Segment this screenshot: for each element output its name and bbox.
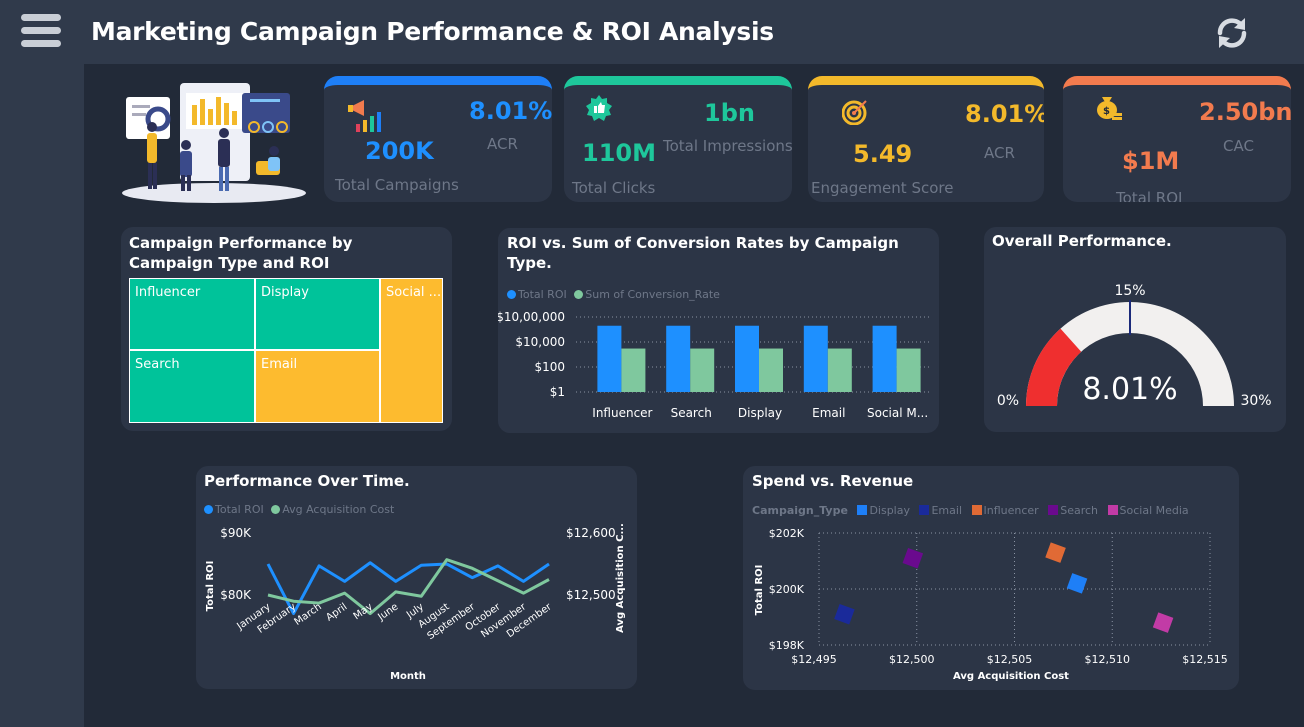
bar-conversion (621, 348, 646, 392)
kpi-side-label: Total Impressions (663, 137, 792, 155)
treemap-cell-display[interactable]: Display (255, 278, 380, 350)
y-tick-label: $10,00,000 (498, 310, 565, 324)
hamburger-icon[interactable] (21, 14, 61, 48)
x-tick-label: Social M... (867, 406, 928, 420)
kpi-main-value: 110M (582, 139, 656, 167)
svg-text:$: $ (1103, 106, 1110, 117)
scatter-point (902, 547, 924, 569)
x-tick-label: May (352, 601, 375, 622)
kpi-card-campaigns: 200K Total Campaigns 8.01% ACR (324, 76, 552, 202)
scatter-point (1066, 573, 1088, 594)
kpi-main-label: Total ROI (1116, 189, 1183, 202)
refresh-icon[interactable] (1212, 14, 1252, 52)
line-chart-svg: $90K $80K $12,600 $12,500 Total ROI Avg Acqui… (205, 523, 626, 682)
bar-roi (872, 325, 897, 392)
kpi-main-label: Engagement Score (811, 179, 954, 197)
kpi-main-label: Total Campaigns (335, 176, 459, 194)
treemap-panel: Campaign Performance by Campaign Type an… (121, 227, 452, 431)
bar-chart-panel: ROI vs. Sum of Conversion Rates by Campa… (498, 228, 939, 433)
scatter-panel: Spend vs. Revenue Campaign_Type Display … (743, 466, 1239, 690)
kpi-main-value: $1M (1122, 147, 1180, 175)
kpi-side-value: 8.01% (469, 97, 552, 125)
kpi-main-label: Total Clicks (572, 179, 656, 197)
treemap-cell-label: Social ... (386, 285, 442, 300)
team-analytics-illustration (122, 83, 306, 203)
treemap-cell-influencer[interactable]: Influencer (129, 278, 255, 350)
kpi-side-label: ACR (984, 144, 1015, 162)
x-axis-label: Avg Acquisition Cost (953, 671, 1069, 682)
gauge-panel: Overall Performance. 15% 0% 30% 8.01% (984, 227, 1286, 432)
megaphone-chart-icon (348, 100, 381, 132)
treemap-cell-label: Display (261, 285, 309, 300)
money-bag-icon: $ (1097, 97, 1122, 120)
scatter-point (834, 603, 855, 625)
kpi-side-value: 8.01% (965, 100, 1044, 128)
x-tick-label: $12,515 (1182, 653, 1228, 666)
thumbs-up-badge-icon (586, 95, 612, 121)
bar-roi (597, 325, 622, 392)
top-bar: Marketing Campaign Performance & ROI Ana… (84, 0, 1304, 64)
page-title: Marketing Campaign Performance & ROI Ana… (91, 17, 774, 46)
y-tick-label: $100 (534, 360, 565, 374)
scatter-point (1152, 612, 1174, 633)
x-tick-label: Influencer (592, 406, 652, 420)
treemap-cell-social[interactable]: Social ... (380, 278, 443, 423)
kpi-side-label: CAC (1223, 137, 1254, 155)
y-tick-label: $80K (220, 588, 252, 602)
kpi-side-value: 1bn (704, 99, 755, 127)
x-tick-label: $12,510 (1085, 653, 1131, 666)
y-tick-label: $198K (769, 639, 805, 652)
gauge-chart: 15% 0% 30% 8.01% (997, 283, 1272, 409)
y2-axis-label: Avg Acquisition C... (615, 523, 626, 633)
kpi-side-label: ACR (487, 135, 518, 153)
bar-roi (803, 325, 828, 392)
kpi-side-value: 2.50bn (1199, 98, 1291, 126)
bar-conversion (896, 348, 921, 392)
x-tick-label: $12,505 (987, 653, 1033, 666)
y-tick-label: $202K (769, 527, 805, 540)
gauge-target-label: 15% (1114, 283, 1145, 299)
bar-conversion (759, 348, 783, 392)
treemap-cell-search[interactable]: Search (129, 350, 255, 423)
x-tick-label: Search (671, 406, 712, 420)
gauge-min-label: 0% (997, 393, 1019, 409)
kpi-card-clicks: 110M Total Clicks 1bn Total Impressions (564, 76, 792, 202)
sidebar (0, 0, 84, 727)
treemap-title-line1: Campaign Performance by (129, 234, 353, 252)
line-chart-panel: Performance Over Time. Total ROI Avg Acq… (196, 466, 637, 689)
y-axis-label: Total ROI (205, 561, 216, 612)
y-tick-label: $10,000 (515, 335, 565, 349)
gauge-value-label: 8.01% (1082, 372, 1177, 407)
y-axis-label: Total ROI (754, 565, 765, 616)
x-tick-label: $12,495 (791, 653, 837, 666)
bar-roi (666, 325, 691, 392)
x-tick-label: $12,500 (889, 653, 935, 666)
y-tick-label: $90K (220, 526, 252, 540)
x-tick-label: Display (738, 406, 782, 420)
target-icon (842, 100, 867, 125)
kpi-card-engagement: 5.49 Engagement Score 8.01% ACR (808, 76, 1044, 202)
kpi-main-value: 5.49 (853, 140, 913, 168)
treemap-cell-label: Search (135, 357, 180, 372)
scatter-point (1045, 542, 1066, 563)
treemap-cell-label: Email (261, 357, 298, 372)
bar-chart-svg: $10,00,000 $10,000 $100 $1 Influencer Search D… (498, 310, 930, 420)
x-tick-label: April (324, 601, 349, 623)
bar-conversion (827, 348, 852, 392)
y2-tick-label: $12,500 (566, 588, 616, 602)
gauge-max-label: 30% (1240, 393, 1271, 409)
x-axis-label: Month (390, 671, 426, 682)
treemap-cell-email[interactable]: Email (255, 350, 380, 423)
x-tick-label: Email (812, 406, 845, 420)
treemap-title-line2: Campaign Type and ROI (129, 254, 330, 272)
scatter-chart-svg: $202K $200K $198K$12,495 $12,500 $12,505 $12,… (754, 527, 1228, 682)
bar-conversion (690, 348, 715, 392)
y-tick-label: $1 (550, 385, 565, 399)
y2-tick-label: $12,600 (566, 526, 616, 540)
bar-roi (735, 325, 759, 392)
kpi-card-roi: $ $1M Total ROI 2.50bn CAC (1063, 76, 1291, 202)
kpi-main-value: 200K (365, 137, 434, 165)
treemap-cell-label: Influencer (135, 285, 201, 300)
y-tick-label: $200K (769, 583, 805, 596)
